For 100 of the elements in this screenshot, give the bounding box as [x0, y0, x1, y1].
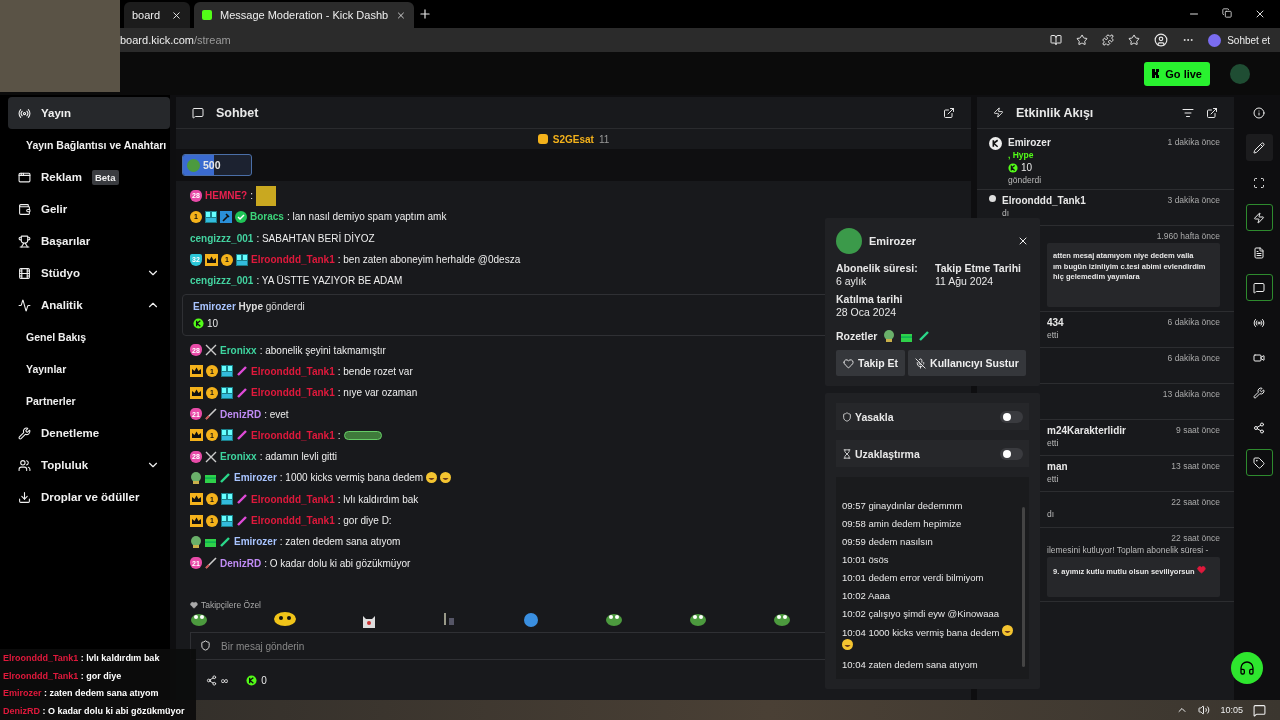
- pinned-username[interactable]: S2GEsat: [552, 133, 594, 145]
- scrollbar[interactable]: [1022, 507, 1025, 667]
- crown-icon: [205, 253, 218, 266]
- field-value: 6 aylık: [836, 275, 868, 287]
- chat-message: :: [250, 190, 253, 202]
- sidebar-item[interactable]: Analitik: [8, 289, 170, 321]
- feed-username[interactable]: 434: [1047, 317, 1064, 328]
- chat-message: :: [337, 429, 341, 441]
- mute-icon: [915, 357, 927, 369]
- star-icon: [1076, 34, 1089, 46]
- chat-username[interactable]: Elroonddd_Tank1: [251, 387, 335, 399]
- shield-icon: [842, 411, 852, 422]
- mute-button[interactable]: Kullanıcıyı Sustur: [908, 350, 1026, 376]
- feed-username[interactable]: Elroonddd_Tank1: [1002, 195, 1086, 206]
- chat-message: : lan nasıl demiyo spam yaptım amk: [286, 211, 447, 223]
- sidebar-item[interactable]: Droplar ve ödüller: [8, 481, 170, 513]
- pencil-icon: [1253, 141, 1265, 154]
- chat-username[interactable]: Boracs: [250, 211, 284, 223]
- shield-icon: [200, 640, 211, 651]
- headset-icon: [1239, 660, 1255, 676]
- sidebar-subitem[interactable]: Yayınlar: [8, 353, 170, 385]
- camera-icon: [1253, 351, 1265, 364]
- chat-message: : 1000 kicks vermiş bana dedem: [279, 472, 424, 484]
- laughing-emoji-icon: [842, 639, 853, 650]
- sidebar-subitem[interactable]: Genel Bakış: [8, 321, 170, 353]
- chat-username[interactable]: cengizzz_001: [190, 275, 254, 287]
- chat-username[interactable]: Elroonddd_Tank1: [251, 429, 335, 441]
- feed-note: gönderdi: [1008, 175, 1043, 185]
- notifications-icon: [1253, 703, 1266, 717]
- toggle-label: Uzaklaştırma: [855, 447, 920, 460]
- crossed-swords-icon: [205, 344, 217, 357]
- overlay-chat-line: DenizRD : O kadar dolu ki abi gözükmüyor: [3, 706, 186, 717]
- history-message: 10:04 zaten dedem sana atıyom: [842, 658, 979, 671]
- browser-tab[interactable]: board: [124, 2, 190, 28]
- feed-note: etti: [1047, 474, 1060, 484]
- chat-username[interactable]: Elroonddd_Tank1: [251, 493, 335, 505]
- chat-username[interactable]: Eronixx: [220, 344, 257, 356]
- nodes-icon: [1253, 421, 1265, 434]
- drops-icon: [18, 490, 31, 504]
- feed-username[interactable]: m24Karakterlidir: [1047, 425, 1126, 436]
- wrench-icon: [1253, 386, 1265, 399]
- sidebar-item[interactable]: Denetleme: [8, 417, 170, 449]
- sidebar-subitem[interactable]: Yayın Bağlantısı ve Anahtarı: [8, 129, 170, 161]
- go-live-button[interactable]: Go live: [1144, 61, 1210, 86]
- feed-time: 6 dakika önce: [1167, 353, 1220, 363]
- toggle-switch[interactable]: [1000, 410, 1023, 423]
- chat-message: : lvlı kaldırdım bak: [337, 493, 419, 505]
- bolt-tool-button[interactable]: [1245, 204, 1273, 231]
- feed-time: 13 saat önce: [1171, 461, 1220, 472]
- popout-icon: [1206, 106, 1218, 119]
- toggle-switch[interactable]: [1000, 447, 1023, 460]
- assistant-button[interactable]: Sohbet et: [1208, 33, 1270, 47]
- follow-button[interactable]: Takip Et: [836, 350, 906, 376]
- chat-username[interactable]: HEMNE?: [205, 190, 248, 202]
- kicks-amount: 10: [207, 318, 219, 330]
- chat-message: : abonelik şeyini takmamıştır: [259, 344, 386, 356]
- hourglass-icon: [842, 448, 852, 459]
- pen-icon: [236, 514, 248, 527]
- chat-username[interactable]: cengizzz_001: [190, 232, 254, 244]
- assistant-logo-icon: [1208, 33, 1222, 47]
- pencil-tool-button[interactable]: [1245, 134, 1273, 161]
- chat-username[interactable]: Elroonddd_Tank1: [251, 515, 335, 526]
- sidebar-item[interactable]: Stüdyo: [8, 257, 170, 289]
- tag-icon: [1253, 456, 1265, 469]
- feed-time: 1 dakika önce: [1167, 137, 1220, 148]
- sidebar-item-label: Droplar ve ödüller: [41, 491, 140, 503]
- feed-username[interactable]: Emirozer: [1008, 137, 1051, 148]
- chat-username[interactable]: Elroonddd_Tank1: [251, 365, 335, 377]
- sidebar-item[interactable]: Reklam Beta: [8, 161, 170, 193]
- history-message: 09:59 dedem nasılsın: [842, 535, 934, 548]
- chat-username[interactable]: Emirozer: [234, 472, 277, 484]
- chat-message: : gor diye D:: [337, 515, 392, 526]
- sidebar-item[interactable]: Yayın: [8, 97, 170, 129]
- sidebar-item-label: Topluluk: [41, 459, 89, 471]
- profile-icon: [1154, 33, 1169, 47]
- tag-tool-button[interactable]: [1245, 449, 1273, 476]
- chat-icon: [192, 106, 204, 119]
- sidebar-item[interactable]: Başarılar: [8, 225, 170, 257]
- window-icon: [18, 170, 31, 184]
- close-button[interactable]: [1017, 235, 1029, 247]
- emote-section-label: Takipçilere Özel: [201, 600, 261, 610]
- address-field[interactable]: board.kick.com/stream: [120, 34, 1037, 46]
- pen-icon: [236, 365, 248, 378]
- sidebar-item[interactable]: Gelir: [8, 193, 170, 225]
- film-icon: [18, 266, 31, 280]
- chat-username[interactable]: DenizRD: [220, 557, 262, 569]
- feed-username[interactable]: man: [1047, 461, 1068, 472]
- feed-time: 13 dakika önce: [1162, 389, 1220, 399]
- chat-username[interactable]: Eronixx: [220, 451, 257, 463]
- chat-username[interactable]: Elroonddd_Tank1: [251, 254, 335, 266]
- bolt-icon: [993, 107, 1004, 118]
- history-message: 10:01 ösös: [842, 553, 890, 566]
- chat-tool-button[interactable]: [1245, 274, 1273, 301]
- field-label: Katılma tarihi: [836, 293, 904, 305]
- chat-username[interactable]: DenizRD: [220, 408, 262, 420]
- sidebar-item[interactable]: Topluluk: [8, 449, 170, 481]
- browser-tab[interactable]: Message Moderation - Kick Dashb: [194, 2, 414, 28]
- crown-icon: [190, 514, 203, 527]
- chat-username[interactable]: Emirozer: [234, 536, 277, 548]
- sidebar-subitem[interactable]: Partnerler: [8, 385, 170, 417]
